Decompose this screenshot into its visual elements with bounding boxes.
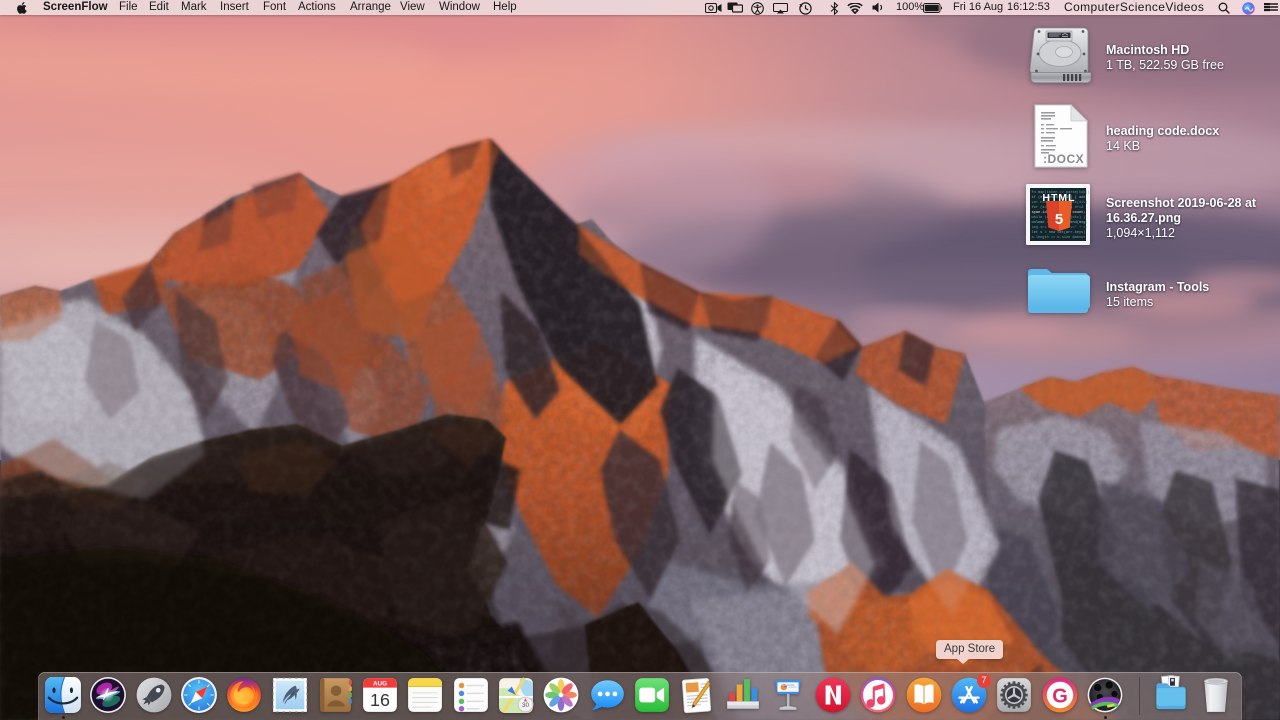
svg-text:30: 30: [522, 702, 530, 709]
svg-text:5: 5: [1055, 211, 1063, 228]
svg-text::DOCX: :DOCX: [1043, 152, 1084, 166]
svg-text:a.length == b.size @about: a.length == b.size @about: [1032, 235, 1086, 240]
svg-text:AUG: AUG: [373, 681, 387, 688]
svg-text:G: G: [1052, 685, 1068, 707]
svg-text:16: 16: [370, 690, 390, 710]
